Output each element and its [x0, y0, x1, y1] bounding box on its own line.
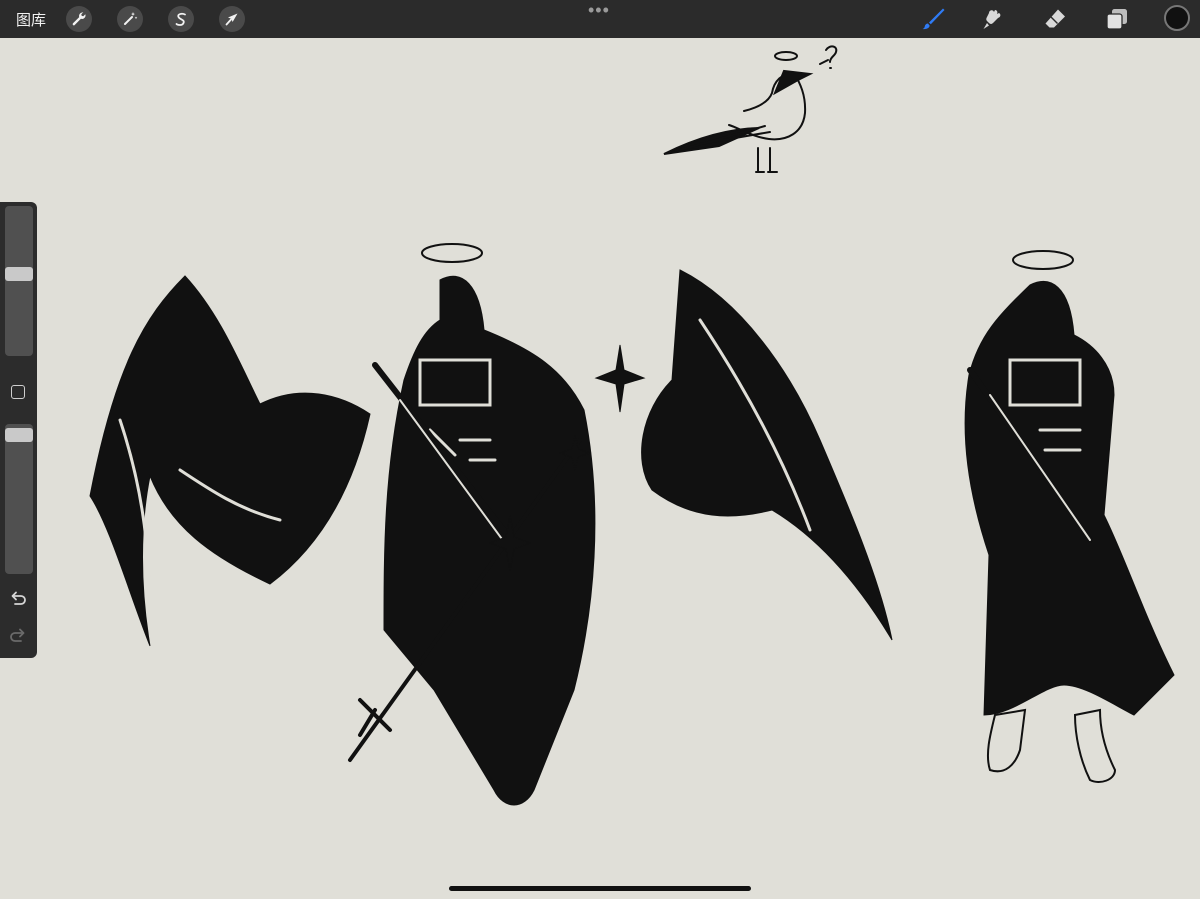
selection-button[interactable]	[168, 6, 194, 32]
adjustments-button[interactable]	[117, 6, 143, 32]
wrench-icon	[72, 12, 86, 26]
transform-arrow-icon	[225, 13, 238, 26]
bird-sketch	[663, 45, 838, 173]
magic-wand-icon	[124, 12, 138, 25]
more-options-icon[interactable]: •••	[588, 1, 610, 19]
color-picker-button[interactable]	[1164, 5, 1190, 31]
gallery-button[interactable]: 图库	[16, 9, 46, 30]
layers-icon[interactable]	[1105, 7, 1129, 31]
transform-button[interactable]	[219, 6, 245, 32]
drawing-canvas[interactable]	[0, 38, 1200, 899]
actions-button[interactable]	[66, 6, 92, 32]
top-toolbar: 图库 •••	[0, 0, 1200, 38]
smudge-icon[interactable]	[981, 7, 1005, 31]
home-indicator[interactable]	[449, 886, 751, 891]
standing-figure-sketch	[964, 250, 1175, 783]
brush-icon[interactable]	[921, 7, 945, 31]
eraser-icon[interactable]	[1043, 7, 1067, 31]
selection-s-icon	[175, 12, 186, 26]
winged-figure-sketch	[89, 243, 893, 806]
